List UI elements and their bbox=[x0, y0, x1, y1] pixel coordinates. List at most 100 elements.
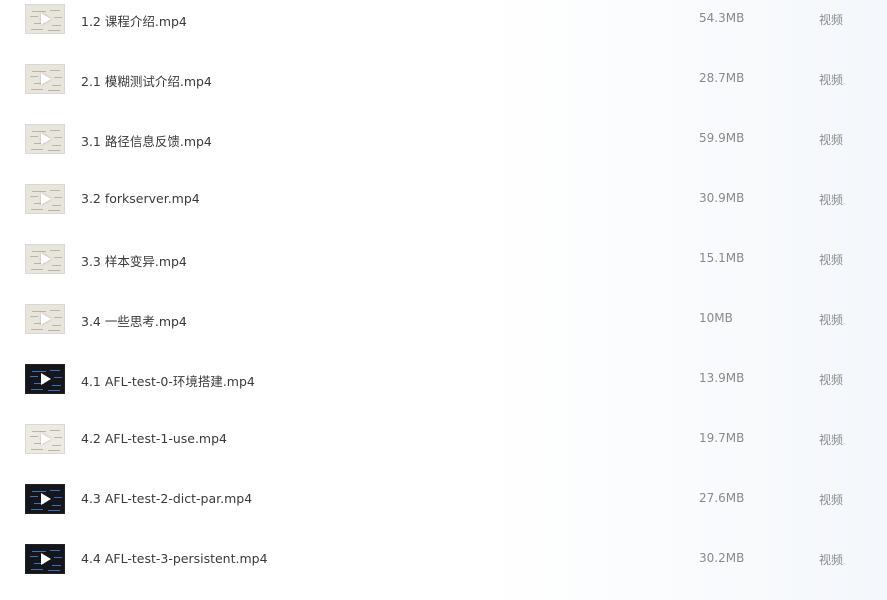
thumbnail-scribble bbox=[48, 450, 60, 451]
thumbnail-scribble bbox=[52, 25, 61, 26]
thumbnail-scribble bbox=[31, 449, 43, 450]
thumbnail-scribble bbox=[54, 437, 62, 438]
thumbnail-scribble bbox=[50, 490, 60, 491]
file-list: 1.2 课程介绍.mp4 54.3MB 视频 2.1 模糊测试介绍.mp4 28… bbox=[0, 0, 887, 591]
file-name[interactable]: 3.2 forkserver.mp4 bbox=[81, 191, 200, 206]
file-row[interactable]: 4.1 AFL-test-0-环境搭建.mp4 13.9MB 视频 bbox=[0, 360, 887, 420]
file-name[interactable]: 2.1 模糊测试介绍.mp4 bbox=[81, 71, 212, 90]
file-size: 54.3MB bbox=[699, 11, 745, 25]
thumbnail-scribble bbox=[30, 316, 38, 317]
play-icon bbox=[41, 493, 51, 505]
thumbnail-scribble bbox=[50, 250, 60, 251]
thumbnail-scribble bbox=[52, 205, 61, 206]
thumbnail-scribble bbox=[32, 71, 46, 72]
file-name[interactable]: 4.4 AFL-test-3-persistent.mp4 bbox=[81, 551, 268, 566]
thumbnail-scribble bbox=[54, 77, 62, 78]
file-name[interactable]: 3.3 样本变异.mp4 bbox=[81, 251, 187, 270]
file-row[interactable]: 3.1 路径信息反馈.mp4 59.9MB 视频 bbox=[0, 120, 887, 180]
thumbnail-scribble bbox=[50, 550, 60, 551]
thumbnail-scribble bbox=[52, 325, 61, 326]
play-icon bbox=[41, 553, 51, 565]
file-name[interactable]: 4.1 AFL-test-0-环境搭建.mp4 bbox=[81, 371, 255, 390]
thumbnail-scribble bbox=[52, 505, 61, 506]
file-row[interactable]: 2.1 模糊测试介绍.mp4 28.7MB 视频 bbox=[0, 60, 887, 120]
thumbnail-scribble bbox=[54, 137, 62, 138]
file-row[interactable]: 3.4 一些思考.mp4 10MB 视频 bbox=[0, 300, 887, 360]
thumbnail-scribble bbox=[30, 376, 38, 377]
thumbnail-scribble bbox=[50, 190, 60, 191]
thumbnail-scribble bbox=[30, 496, 38, 497]
thumbnail-scribble bbox=[54, 497, 62, 498]
video-thumbnail-icon[interactable] bbox=[25, 424, 65, 454]
thumbnail-scribble bbox=[48, 270, 60, 271]
play-icon bbox=[41, 253, 51, 265]
thumbnail-scribble bbox=[54, 557, 62, 558]
thumbnail-scribble bbox=[30, 196, 38, 197]
thumbnail-scribble bbox=[52, 565, 61, 566]
file-type: 视频 bbox=[819, 133, 844, 147]
thumbnail-scribble bbox=[48, 30, 60, 31]
thumbnail-scribble bbox=[31, 509, 43, 510]
file-row[interactable]: 4.2 AFL-test-1-use.mp4 19.7MB 视频 bbox=[0, 420, 887, 480]
video-thumbnail-icon[interactable] bbox=[25, 124, 65, 154]
file-size: 10MB bbox=[699, 311, 733, 325]
video-thumbnail-icon[interactable] bbox=[25, 544, 65, 574]
thumbnail-scribble bbox=[31, 89, 43, 90]
thumbnail-scribble bbox=[31, 389, 43, 390]
thumbnail-scribble bbox=[32, 251, 46, 252]
thumbnail-scribble bbox=[32, 491, 46, 492]
play-icon bbox=[41, 193, 51, 205]
file-name[interactable]: 4.3 AFL-test-2-dict-par.mp4 bbox=[81, 491, 252, 506]
thumbnail-scribble bbox=[52, 85, 61, 86]
play-icon bbox=[41, 313, 51, 325]
video-thumbnail-icon[interactable] bbox=[25, 244, 65, 274]
file-row[interactable]: 3.3 样本变异.mp4 15.1MB 视频 bbox=[0, 240, 887, 300]
file-row[interactable]: 4.3 AFL-test-2-dict-par.mp4 27.6MB 视频 bbox=[0, 480, 887, 540]
video-thumbnail-icon[interactable] bbox=[25, 364, 65, 394]
thumbnail-scribble bbox=[50, 430, 60, 431]
video-thumbnail-icon[interactable] bbox=[25, 484, 65, 514]
thumbnail-scribble bbox=[32, 311, 46, 312]
thumbnail-scribble bbox=[50, 310, 60, 311]
file-row[interactable]: 1.2 课程介绍.mp4 54.3MB 视频 bbox=[0, 0, 887, 60]
thumbnail-scribble bbox=[48, 570, 60, 571]
file-type: 视频 bbox=[819, 433, 844, 447]
thumbnail-scribble bbox=[50, 70, 60, 71]
file-size: 30.2MB bbox=[699, 551, 745, 565]
thumbnail-scribble bbox=[30, 136, 38, 137]
thumbnail-scribble bbox=[54, 377, 62, 378]
thumbnail-scribble bbox=[32, 11, 46, 12]
video-thumbnail-icon[interactable] bbox=[25, 184, 65, 214]
thumbnail-scribble bbox=[48, 210, 60, 211]
file-name[interactable]: 3.1 路径信息反馈.mp4 bbox=[81, 131, 212, 150]
thumbnail-scribble bbox=[54, 197, 62, 198]
thumbnail-scribble bbox=[30, 556, 38, 557]
thumbnail-scribble bbox=[30, 256, 38, 257]
file-size: 28.7MB bbox=[699, 71, 745, 85]
thumbnail-scribble bbox=[48, 330, 60, 331]
video-thumbnail-icon[interactable] bbox=[25, 64, 65, 94]
play-icon bbox=[41, 373, 51, 385]
file-type: 视频 bbox=[819, 13, 844, 27]
thumbnail-scribble bbox=[54, 257, 62, 258]
file-type: 视频 bbox=[819, 253, 844, 267]
thumbnail-scribble bbox=[31, 329, 43, 330]
file-name[interactable]: 1.2 课程介绍.mp4 bbox=[81, 11, 187, 30]
video-thumbnail-icon[interactable] bbox=[25, 304, 65, 334]
file-row[interactable]: 3.2 forkserver.mp4 30.9MB 视频 bbox=[0, 180, 887, 240]
thumbnail-scribble bbox=[54, 317, 62, 318]
thumbnail-scribble bbox=[32, 191, 46, 192]
play-icon bbox=[41, 13, 51, 25]
file-size: 13.9MB bbox=[699, 371, 745, 385]
file-row[interactable]: 4.4 AFL-test-3-persistent.mp4 30.2MB 视频 bbox=[0, 540, 887, 600]
thumbnail-scribble bbox=[30, 76, 38, 77]
play-icon bbox=[41, 433, 51, 445]
thumbnail-scribble bbox=[31, 269, 43, 270]
file-type: 视频 bbox=[819, 193, 844, 207]
thumbnail-scribble bbox=[30, 436, 38, 437]
file-name[interactable]: 4.2 AFL-test-1-use.mp4 bbox=[81, 431, 227, 446]
video-thumbnail-icon[interactable] bbox=[25, 4, 65, 34]
thumbnail-scribble bbox=[32, 131, 46, 132]
file-name[interactable]: 3.4 一些思考.mp4 bbox=[81, 311, 187, 330]
thumbnail-scribble bbox=[48, 90, 60, 91]
